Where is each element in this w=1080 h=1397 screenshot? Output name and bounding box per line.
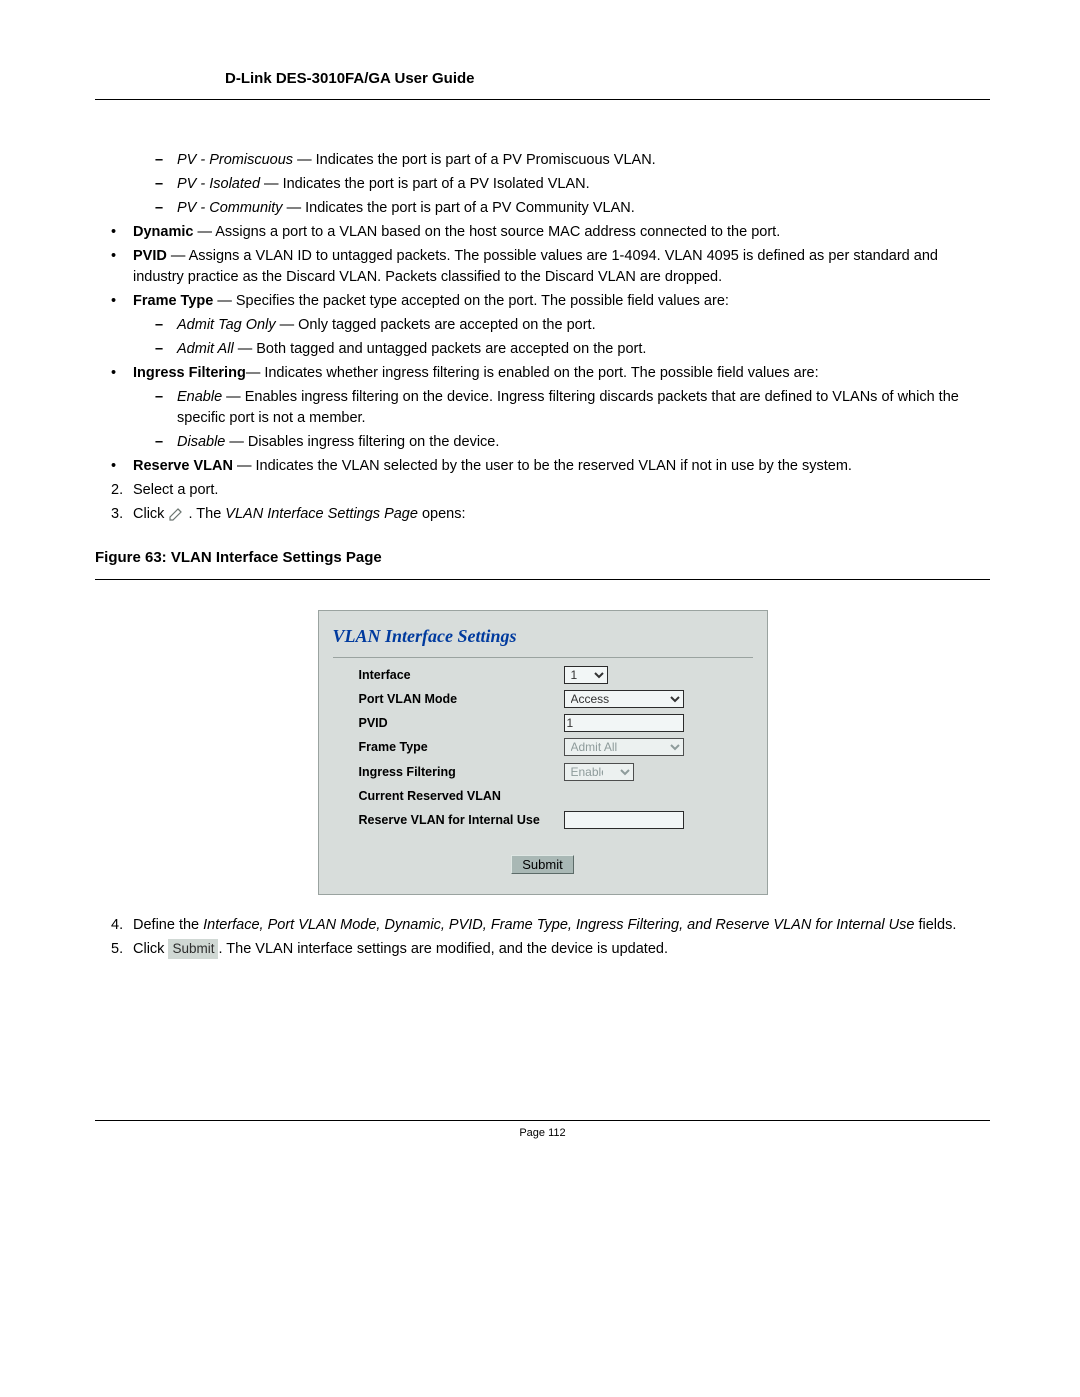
ingress-sublist: Enable — Enables ingress filtering on th… <box>133 387 990 453</box>
label-ingress: Ingress Filtering <box>359 763 564 781</box>
list-item: Admit Tag Only — Only tagged packets are… <box>177 315 990 336</box>
frame-type-select[interactable]: Admit All <box>564 738 684 756</box>
panel-title: VLAN Interface Settings <box>333 621 753 658</box>
step-4: 4. Define the Interface, Port VLAN Mode,… <box>133 915 990 936</box>
reserve-vlan-input[interactable] <box>564 811 684 829</box>
label-mode: Port VLAN Mode <box>359 690 564 708</box>
submit-inline-label: Submit <box>168 939 218 959</box>
submit-button[interactable]: Submit <box>511 855 573 874</box>
label-frame: Frame Type <box>359 738 564 756</box>
list-item: PV - Community — Indicates the port is p… <box>177 198 990 219</box>
list-item: Admit All — Both tagged and untagged pac… <box>177 339 990 360</box>
figure-caption: Figure 63: VLAN Interface Settings Page <box>95 547 990 569</box>
label-pvid: PVID <box>359 714 564 732</box>
list-item: Ingress Filtering— Indicates whether ing… <box>133 363 990 453</box>
label-reserve: Reserve VLAN for Internal Use <box>359 811 564 829</box>
step-2: 2.Select a port. <box>133 480 990 501</box>
list-item: Enable — Enables ingress filtering on th… <box>177 387 990 429</box>
list-item: PVID — Assigns a VLAN ID to untagged pac… <box>133 246 990 288</box>
list-item: Disable — Disables ingress filtering on … <box>177 432 990 453</box>
label-current-reserved: Current Reserved VLAN <box>359 787 564 805</box>
ingress-filtering-select[interactable]: Enable <box>564 763 634 781</box>
list-item: Reserve VLAN — Indicates the VLAN select… <box>133 456 990 477</box>
list-item: Frame Type — Specifies the packet type a… <box>133 291 990 360</box>
edit-pencil-icon <box>168 506 184 522</box>
label-interface: Interface <box>359 666 564 684</box>
list-item: Dynamic — Assigns a port to a VLAN based… <box>133 222 990 243</box>
port-vlan-mode-select[interactable]: Access <box>564 690 684 708</box>
page-header: D-Link DES-3010FA/GA User Guide <box>95 70 990 100</box>
list-item: PV - Promiscuous — Indicates the port is… <box>177 150 990 171</box>
settings-grid: Interface 1 Port VLAN Mode Access PVID F… <box>359 666 753 829</box>
pvid-input[interactable] <box>564 714 684 732</box>
main-bullets: Dynamic — Assigns a port to a VLAN based… <box>95 222 990 477</box>
steps-list-2: 4. Define the Interface, Port VLAN Mode,… <box>95 915 990 960</box>
interface-select[interactable]: 1 <box>564 666 608 684</box>
step-5: 5. Click Submit. The VLAN interface sett… <box>133 939 990 960</box>
step-3: 3. Click . The VLAN Interface Settings P… <box>133 504 990 525</box>
step4-fields: Interface, Port VLAN Mode, Dynamic, PVID… <box>203 917 914 933</box>
document-page: D-Link DES-3010FA/GA User Guide PV - Pro… <box>0 0 1080 1179</box>
list-item: PV - Isolated — Indicates the port is pa… <box>177 174 990 195</box>
pv-sublist: PV - Promiscuous — Indicates the port is… <box>95 150 990 219</box>
figure-rule <box>95 579 990 580</box>
content-body: PV - Promiscuous — Indicates the port is… <box>95 150 990 960</box>
steps-list: 2.Select a port. 3. Click . The VLAN Int… <box>95 480 990 525</box>
vlan-settings-panel: VLAN Interface Settings Interface 1 Port… <box>318 610 768 895</box>
frametype-sublist: Admit Tag Only — Only tagged packets are… <box>133 315 990 360</box>
page-number: Page 112 <box>95 1121 990 1139</box>
header-title: D-Link DES-3010FA/GA User Guide <box>225 70 475 87</box>
